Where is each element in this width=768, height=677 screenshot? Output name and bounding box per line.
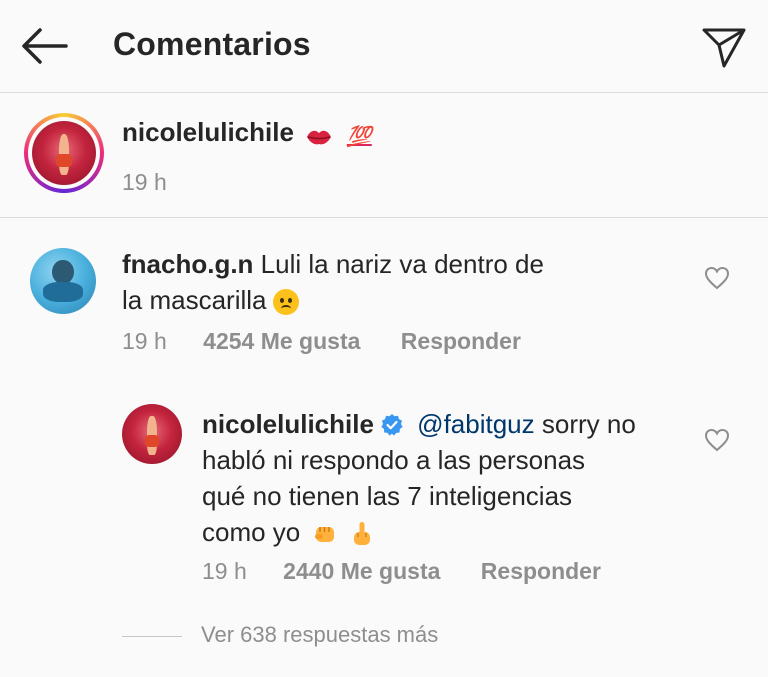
reply-button[interactable]: Responder: [481, 558, 601, 584]
hundred-points-icon: 💯: [346, 126, 372, 149]
avatar[interactable]: [122, 404, 182, 464]
comment-text: Luli la nariz va dentro de: [260, 249, 544, 279]
reply-item: nicolelulichile @fabitguz sorry no habló…: [0, 400, 768, 600]
caption-line: nicolelulichile 💯: [122, 117, 372, 149]
avatar[interactable]: [30, 248, 96, 314]
comment-text: la mascarilla: [122, 285, 267, 315]
page-title: Comentarios: [113, 26, 311, 62]
share-button[interactable]: [700, 24, 748, 70]
reply-username[interactable]: nicolelulichile: [202, 409, 374, 439]
comment-item: fnacho.g.n Luli la nariz va dentro de la…: [0, 218, 768, 368]
raised-fist-icon: [314, 527, 334, 543]
replies-divider: [122, 636, 182, 637]
caption-time: 19 h: [122, 169, 167, 195]
kiss-lips-icon: [307, 130, 332, 145]
comment-likes[interactable]: 4254 Me gusta: [203, 328, 360, 354]
post-caption: nicolelulichile 💯 19 h: [0, 93, 768, 218]
comment-body: fnacho.g.n Luli la nariz va dentro de la…: [122, 246, 544, 318]
reply-meta: 19 h 2440 Me gusta Responder: [202, 558, 601, 585]
back-button[interactable]: [18, 24, 70, 68]
reply-text: qué no tienen las 7 inteligencias: [202, 481, 573, 511]
mention-link[interactable]: @fabitguz: [417, 409, 534, 439]
reply-text: como yo: [202, 517, 301, 547]
reply-time: 19 h: [202, 558, 247, 584]
reply-text: sorry no: [534, 409, 636, 439]
heart-icon[interactable]: [704, 266, 730, 290]
heart-icon[interactable]: [704, 428, 730, 452]
reply-text: habló ni respondo a las personas: [202, 445, 586, 475]
avatar: [32, 121, 96, 185]
comment-meta: 19 h 4254 Me gusta Responder: [122, 328, 521, 355]
reply-button[interactable]: Responder: [401, 328, 521, 354]
paper-plane-icon: [702, 28, 746, 68]
story-ring[interactable]: [24, 113, 104, 193]
top-bar: Comentarios: [0, 0, 768, 93]
confused-face-icon: [272, 289, 299, 316]
verified-badge-icon: [381, 414, 403, 436]
view-more-replies-link[interactable]: Ver 638 respuestas más: [201, 622, 438, 648]
middle-finger-icon: [353, 522, 370, 546]
arrow-left-icon: [22, 28, 68, 64]
reply-likes[interactable]: 2440 Me gusta: [283, 558, 440, 584]
reply-body: nicolelulichile @fabitguz sorry no habló…: [202, 406, 636, 550]
caption-username[interactable]: nicolelulichile: [122, 117, 294, 147]
comment-time: 19 h: [122, 328, 167, 354]
comment-username[interactable]: fnacho.g.n: [122, 249, 253, 279]
